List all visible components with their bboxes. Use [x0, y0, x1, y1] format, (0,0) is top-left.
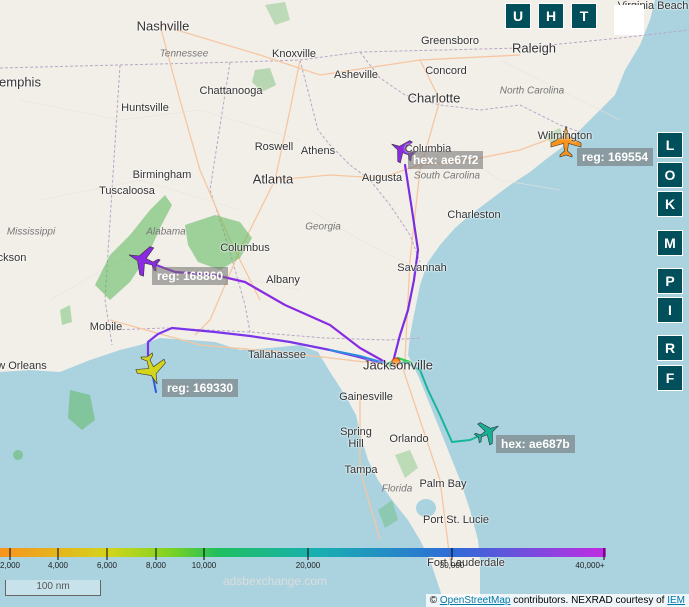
aircraft-label[interactable]: hex: ae67f2: [408, 151, 484, 169]
city-label: Charleston: [447, 209, 501, 221]
city-label: Mobile: [89, 321, 123, 333]
layer-toggle-button[interactable]: U: [505, 3, 531, 29]
city-label: Chattanooga: [199, 85, 263, 97]
city-label: Nashville: [136, 18, 190, 34]
city-label: Concord: [425, 65, 467, 77]
layer-toggle-button[interactable]: H: [538, 3, 564, 29]
altitude-tick-label: 6,000: [96, 561, 118, 570]
aircraft-label[interactable]: reg: 169554: [577, 148, 654, 166]
map-canvas[interactable]: [0, 0, 689, 607]
aircraft-label[interactable]: reg: 169330: [162, 379, 239, 397]
city-label: Gainesville: [339, 391, 393, 403]
city-label: Augusta: [361, 172, 403, 184]
map-attribution: © OpenStreetMap contributors. NEXRAD cou…: [425, 594, 689, 607]
state-label: Tennessee: [159, 48, 209, 60]
city-label: Albany: [266, 274, 300, 286]
city-label: Columbus: [220, 242, 270, 254]
state-label: Mississippi: [6, 226, 56, 238]
city-label: emphis: [0, 74, 41, 90]
copyright-symbol: ©: [429, 595, 438, 606]
city-label: Jacksonville: [362, 357, 434, 373]
attribution-text: contributors. NEXRAD courtesy of: [513, 595, 665, 606]
watermark: adsbexchange.com: [222, 574, 328, 588]
city-label: Wilmington: [537, 130, 593, 142]
city-label: Huntsville: [121, 102, 169, 114]
side-toggle-button[interactable]: L: [657, 132, 683, 158]
side-toggle-button[interactable]: K: [657, 191, 683, 217]
city-label: Savannah: [397, 262, 447, 274]
altitude-tick-label: 30,000: [439, 561, 465, 570]
altitude-tick-label: 10,000: [191, 561, 217, 570]
city-label: w Orleans: [0, 360, 47, 372]
altitude-tick-label: 4,000: [47, 561, 69, 570]
osm-link[interactable]: OpenStreetMap: [440, 595, 511, 606]
state-label: Alabama: [146, 226, 186, 238]
layer-toggle-button[interactable]: T: [571, 3, 597, 29]
altitude-tick-label: 40,000+: [575, 561, 605, 570]
city-label: Spring Hill: [340, 426, 372, 450]
city-label: Tampa: [344, 464, 378, 476]
city-label: Knoxville: [271, 48, 317, 60]
city-label: Birmingham: [132, 169, 192, 181]
city-label: Raleigh: [511, 40, 557, 56]
city-label: Tallahassee: [247, 349, 307, 361]
state-label: South Carolina: [413, 170, 481, 182]
city-label: ckson: [0, 252, 27, 264]
side-toggle-button[interactable]: F: [657, 365, 683, 391]
state-label: Georgia: [305, 221, 341, 233]
city-label: Roswell: [254, 141, 294, 153]
side-toggle-button[interactable]: M: [657, 230, 683, 256]
city-label: Athens: [300, 145, 336, 157]
state-label: Florida: [381, 483, 413, 495]
side-toggle-button[interactable]: P: [657, 268, 683, 294]
altitude-tick-label: 20,000: [295, 561, 321, 570]
blank-panel[interactable]: [614, 5, 644, 35]
state-label: North Carolina: [499, 85, 565, 97]
city-label: Asheville: [333, 69, 379, 81]
side-toggle-button[interactable]: O: [657, 162, 683, 188]
city-label: Greensboro: [420, 35, 480, 47]
aircraft-label[interactable]: hex: ae687b: [496, 435, 575, 453]
city-label: Charlotte: [407, 90, 461, 106]
city-label: Orlando: [389, 433, 429, 445]
aircraft-label[interactable]: reg: 168860: [152, 267, 229, 285]
city-label: Atlanta: [252, 171, 294, 187]
iem-link[interactable]: IEM: [667, 595, 685, 606]
side-toggle-button[interactable]: R: [657, 335, 683, 361]
altitude-color-bar: [0, 548, 606, 557]
city-label: Port St. Lucie: [422, 514, 490, 526]
scale-bar: 100 nm: [5, 580, 101, 596]
side-toggle-button[interactable]: I: [657, 297, 683, 323]
city-label: Tuscaloosa: [99, 185, 155, 197]
altitude-tick-label: 8,000: [145, 561, 167, 570]
city-label: Palm Bay: [419, 478, 467, 490]
altitude-tick-label: 2,000: [0, 561, 21, 570]
